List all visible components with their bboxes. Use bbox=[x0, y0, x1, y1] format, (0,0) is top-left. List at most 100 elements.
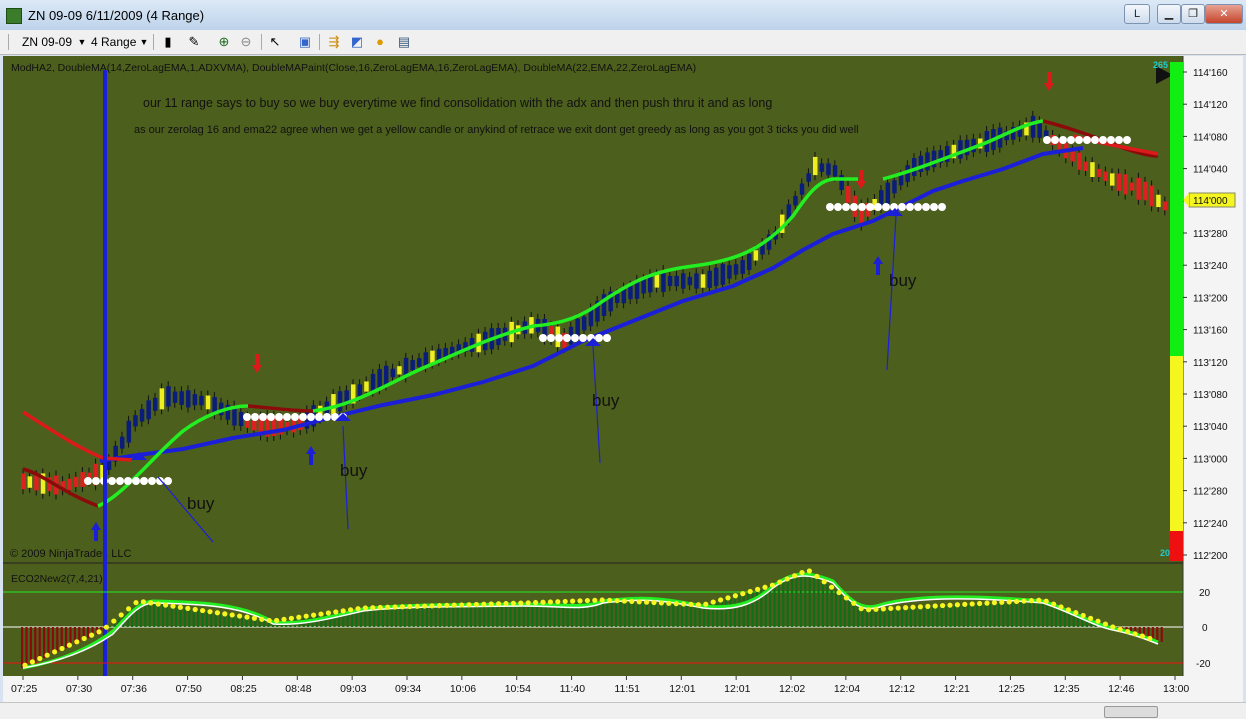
chart-area[interactable]: ModHA2, DoubleMA(14,ZeroLagEMA,1,ADXVMA)… bbox=[3, 56, 1243, 702]
price-axis-label: 112'200 bbox=[1193, 551, 1228, 562]
oscillator-dot bbox=[1110, 624, 1116, 630]
candle bbox=[925, 152, 930, 171]
candle bbox=[1156, 194, 1161, 208]
histogram-bar bbox=[148, 603, 151, 627]
period-selector[interactable]: 4 Range bbox=[91, 33, 136, 51]
cursor-icon[interactable]: ↖ bbox=[267, 34, 283, 50]
candle bbox=[1083, 161, 1089, 171]
consolidation-dot bbox=[547, 334, 555, 342]
consolidation-dot bbox=[116, 477, 124, 485]
close-button[interactable]: ✕ bbox=[1205, 4, 1243, 24]
candle bbox=[73, 476, 79, 488]
link-button[interactable]: L bbox=[1124, 4, 1150, 24]
histogram-bar bbox=[513, 604, 516, 627]
horizontal-scrollbar[interactable] bbox=[0, 702, 1246, 719]
cursor-vertical-line bbox=[103, 70, 107, 676]
candle bbox=[390, 368, 396, 378]
oscillator-dot bbox=[466, 602, 472, 608]
time-axis-label: 13:00 bbox=[1163, 683, 1189, 695]
histogram-bar bbox=[456, 606, 459, 627]
bar-type-icon[interactable]: ▮ bbox=[160, 34, 176, 50]
histogram-bar bbox=[491, 604, 494, 627]
histogram-bar bbox=[205, 612, 208, 627]
oscillator-dot bbox=[562, 598, 568, 605]
zoom-out-icon[interactable]: ⊖ bbox=[238, 34, 254, 50]
histogram-bar bbox=[918, 607, 921, 627]
candle bbox=[21, 473, 26, 490]
oscillator-dot bbox=[858, 606, 864, 612]
consolidation-dot bbox=[850, 203, 858, 211]
market-analyzer-icon[interactable]: ● bbox=[372, 34, 388, 50]
oscillator-dot bbox=[644, 599, 650, 605]
consolidation-dot bbox=[323, 413, 331, 421]
histogram-bar bbox=[821, 581, 824, 627]
consolidation-dot bbox=[866, 203, 874, 211]
consolidation-dot bbox=[315, 413, 323, 421]
oscillator-dot bbox=[555, 599, 561, 605]
histogram-bar bbox=[637, 602, 640, 627]
drawing-tool-icon[interactable]: ✎ bbox=[186, 34, 202, 50]
consolidation-dot bbox=[882, 203, 890, 211]
histogram-bar bbox=[161, 605, 164, 627]
histogram-bar bbox=[1006, 603, 1009, 627]
oscillator-dot bbox=[821, 579, 827, 585]
histogram-bar bbox=[263, 620, 266, 627]
oscillator-dot bbox=[222, 611, 228, 617]
oscillator-dot bbox=[547, 599, 554, 605]
minimize-button[interactable]: ▁ bbox=[1157, 4, 1181, 24]
instrument-selector[interactable]: ZN 09-09 bbox=[22, 33, 72, 51]
properties-icon[interactable]: ▤ bbox=[396, 34, 412, 50]
zoom-in-icon[interactable]: ⊕ bbox=[216, 34, 232, 50]
candle bbox=[964, 139, 970, 156]
candle bbox=[1077, 152, 1082, 170]
histogram-bar bbox=[474, 605, 477, 627]
candle bbox=[918, 155, 924, 172]
time-axis-label: 09:03 bbox=[340, 683, 366, 695]
price-axis-label: 113'080 bbox=[1193, 390, 1228, 401]
period-dropdown-icon[interactable]: ▼ bbox=[136, 34, 152, 50]
oscillator-dot bbox=[651, 599, 657, 606]
histogram-bar bbox=[29, 627, 32, 665]
oscillator-dot bbox=[414, 603, 420, 609]
histogram-bar bbox=[628, 602, 631, 627]
histogram-bar bbox=[496, 604, 499, 627]
indicators-icon[interactable]: ⇶ bbox=[326, 34, 342, 50]
meter-bottom-value: 20 bbox=[1160, 548, 1170, 558]
oscillator-dot bbox=[747, 588, 753, 595]
oscillator-dot bbox=[163, 602, 169, 608]
maximize-button[interactable]: ❐ bbox=[1181, 4, 1205, 24]
candle bbox=[146, 400, 151, 420]
oscillator-dot bbox=[592, 597, 598, 603]
consolidation-dot bbox=[291, 413, 299, 421]
consolidation-dot bbox=[1115, 136, 1123, 144]
time-axis-label: 12:02 bbox=[779, 683, 805, 695]
oscillator-dot bbox=[1065, 607, 1071, 613]
data-box-icon[interactable]: ▣ bbox=[297, 34, 313, 50]
scrollbar-thumb[interactable] bbox=[1104, 706, 1158, 718]
histogram-bar bbox=[179, 608, 182, 627]
consolidation-dot bbox=[259, 413, 267, 421]
strategies-icon[interactable]: ◩ bbox=[349, 34, 365, 50]
oscillator-dot bbox=[451, 602, 457, 608]
candle bbox=[1030, 115, 1036, 138]
oscillator-dot bbox=[895, 605, 901, 611]
chart-toolbar: ZN 09-09 ▼ 4 Range ▼ ▮ ✎ ⊕ ⊖ ↖ ▣ ⇶ ◩ ● ▤ bbox=[0, 30, 1246, 55]
price-axis-label: 113'000 bbox=[1193, 454, 1228, 465]
svg-text:20: 20 bbox=[1199, 588, 1211, 599]
histogram-bar bbox=[879, 610, 882, 627]
candle bbox=[628, 285, 633, 300]
oscillator-dot bbox=[755, 586, 761, 593]
oscillator-dot bbox=[148, 600, 154, 606]
oscillator-dot bbox=[44, 652, 50, 658]
oscillator-dot bbox=[732, 593, 739, 599]
histogram-bar bbox=[896, 609, 899, 627]
histogram-bar bbox=[1019, 602, 1022, 627]
candle bbox=[67, 478, 72, 491]
oscillator-dot bbox=[1102, 621, 1108, 627]
consolidation-dot bbox=[579, 334, 587, 342]
oscillator-dot bbox=[1058, 604, 1064, 610]
oscillator-dot bbox=[118, 612, 124, 618]
instrument-dropdown-icon[interactable]: ▼ bbox=[74, 34, 90, 50]
time-axis-label: 07:25 bbox=[11, 683, 37, 695]
histogram-bar bbox=[1050, 603, 1053, 627]
